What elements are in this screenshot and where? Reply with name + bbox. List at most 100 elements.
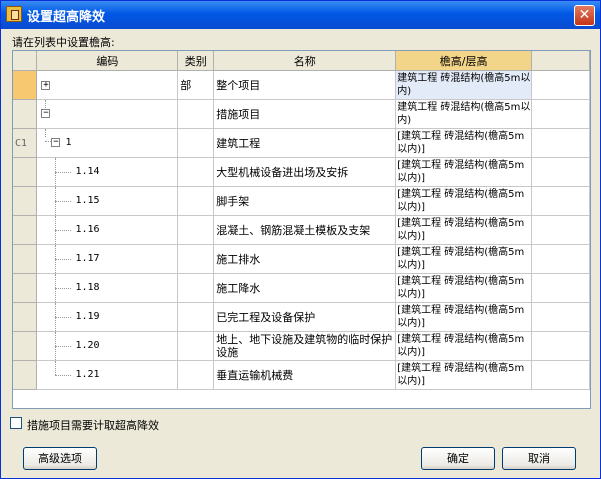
height-cell[interactable]: [建筑工程 砖混结构(檐高5m以内)] (395, 302, 533, 332)
tree-line (55, 230, 72, 231)
type-cell[interactable] (177, 331, 215, 361)
height-cell[interactable]: [建筑工程 砖混结构(檐高5m以内)] (395, 244, 533, 274)
table-row[interactable]: 1.16 混凝土、钢筋混凝土模板及支架 [建筑工程 砖混结构(檐高5m以内)] (13, 215, 590, 245)
name-cell[interactable]: 地上、地下设施及建筑物的临时保护设施 (213, 331, 397, 361)
code-cell[interactable]: 1.21 (36, 360, 179, 390)
name-cell[interactable]: 垂直运输机械费 (213, 360, 397, 390)
code-cell[interactable]: 1.18 (36, 273, 179, 303)
row-header[interactable] (13, 99, 38, 129)
height-cell[interactable]: [建筑工程 砖混结构(檐高5m以内)] (395, 186, 533, 216)
type-cell[interactable] (177, 273, 215, 303)
code-cell[interactable]: 1.15 (36, 186, 179, 216)
cancel-button[interactable]: 取消 (502, 447, 576, 470)
row-header[interactable]: C1 (13, 128, 38, 158)
row-code: 1.15 (75, 195, 100, 206)
table-row[interactable]: 1.18 施工降水 [建筑工程 砖混结构(檐高5m以内)] (13, 273, 590, 303)
code-cell[interactable]: + (36, 70, 179, 100)
app-icon (6, 6, 22, 22)
name-cell[interactable]: 建筑工程 (213, 128, 397, 158)
collapse-icon[interactable]: − (51, 138, 61, 147)
height-cell[interactable]: [建筑工程 砖混结构(檐高5m以内)] (395, 128, 533, 158)
height-cell[interactable]: [建筑工程 砖混结构(檐高5m以内)] (395, 215, 533, 245)
code-cell[interactable]: 1.14 (36, 157, 179, 187)
name-cell[interactable]: 已完工程及设备保护 (213, 302, 397, 332)
header-type[interactable]: 类别 (177, 51, 215, 71)
filler-cell (531, 99, 590, 129)
measure-checkbox[interactable] (10, 417, 22, 429)
title-bar[interactable]: 设置超高降效 ✕ (1, 1, 600, 29)
row-header[interactable] (13, 302, 38, 332)
type-cell[interactable] (177, 186, 215, 216)
table-header-row: 编码 类别 名称 檐高/层高 (13, 51, 590, 71)
table-row[interactable]: 1.15 脚手架 [建筑工程 砖混结构(檐高5m以内)] (13, 186, 590, 216)
filler-cell (531, 215, 590, 245)
advanced-options-button[interactable]: 高级选项 (23, 447, 97, 470)
height-cell[interactable]: [建筑工程 砖混结构(檐高5m以内)] (395, 331, 533, 361)
type-cell[interactable] (177, 157, 215, 187)
header-filler (531, 51, 590, 71)
height-cell[interactable]: [建筑工程 砖混结构(檐高5m以内)] (395, 157, 533, 187)
filler-cell (531, 157, 590, 187)
code-cell[interactable]: 1.16 (36, 215, 179, 245)
filler-cell (531, 302, 590, 332)
header-code[interactable]: 编码 (36, 51, 179, 71)
header-name[interactable]: 名称 (213, 51, 397, 71)
height-cell[interactable]: 建筑工程 砖混结构(檐高5m以内) (395, 99, 533, 129)
ok-button[interactable]: 确定 (421, 447, 495, 470)
code-cell[interactable]: 1.19 (36, 302, 179, 332)
row-header[interactable] (13, 70, 38, 100)
name-cell[interactable]: 脚手架 (213, 186, 397, 216)
name-cell[interactable]: 大型机械设备进出场及安拆 (213, 157, 397, 187)
header-height[interactable]: 檐高/层高 (395, 51, 533, 71)
row-header[interactable] (13, 360, 38, 390)
dialog-window: 设置超高降效 ✕ 请在列表中设置檐高: 编码 类别 名称 檐高/层高 + 部整个项… (0, 0, 601, 479)
filler-cell (531, 244, 590, 274)
name-cell[interactable]: 混凝土、钢筋混凝土模板及支架 (213, 215, 397, 245)
name-cell[interactable]: 措施项目 (213, 99, 397, 129)
type-cell[interactable] (177, 128, 215, 158)
row-header[interactable] (13, 157, 38, 187)
type-cell[interactable] (177, 99, 215, 129)
row-code: 1.20 (75, 340, 100, 351)
table-row[interactable]: 1.19 已完工程及设备保护 [建筑工程 砖混结构(檐高5m以内)] (13, 302, 590, 332)
type-cell[interactable] (177, 244, 215, 274)
height-cell[interactable]: [建筑工程 砖混结构(檐高5m以内)] (395, 273, 533, 303)
row-header[interactable] (13, 244, 38, 274)
table-row[interactable]: 1.17 施工排水 [建筑工程 砖混结构(檐高5m以内)] (13, 244, 590, 274)
code-cell[interactable]: 1.20 (36, 331, 179, 361)
row-header[interactable] (13, 331, 38, 361)
type-cell[interactable]: 部 (177, 70, 215, 100)
row-code: 1.21 (75, 369, 100, 380)
table-row[interactable]: 1.14 大型机械设备进出场及安拆 [建筑工程 砖混结构(檐高5m以内)] (13, 157, 590, 187)
name-cell[interactable]: 施工降水 (213, 273, 397, 303)
row-header[interactable] (13, 215, 38, 245)
name-cell[interactable]: 整个项目 (213, 70, 397, 100)
code-cell[interactable]: −1 (36, 128, 179, 158)
type-cell[interactable] (177, 360, 215, 390)
height-cell[interactable]: 建筑工程 砖混结构(檐高5m以内) (395, 70, 533, 100)
window-title: 设置超高降效 (27, 10, 106, 25)
collapse-icon[interactable]: − (41, 109, 51, 118)
measure-checkbox-label[interactable]: 措施项目需要计取超高降效 (27, 417, 159, 433)
name-cell[interactable]: 施工排水 (213, 244, 397, 274)
table-row[interactable]: + 部整个项目 建筑工程 砖混结构(檐高5m以内) (13, 70, 590, 100)
table-row[interactable]: 1.20 地上、地下设施及建筑物的临时保护设施 [建筑工程 砖混结构(檐高5m以内)… (13, 331, 590, 361)
close-button[interactable]: ✕ (574, 5, 595, 26)
table-row[interactable]: C1−1 建筑工程 [建筑工程 砖混结构(檐高5m以内)] (13, 128, 590, 158)
type-cell[interactable] (177, 302, 215, 332)
code-cell[interactable]: − (36, 99, 179, 129)
tree-line (55, 288, 72, 289)
row-code: 1.14 (75, 166, 100, 177)
expand-icon[interactable]: + (41, 81, 51, 90)
filler-cell (531, 70, 590, 100)
table-row[interactable]: 1.21 垂直运输机械费 [建筑工程 砖混结构(檐高5m以内)] (13, 360, 590, 390)
height-cell[interactable]: [建筑工程 砖混结构(檐高5m以内)] (395, 360, 533, 390)
corner-header (13, 51, 38, 71)
type-cell[interactable] (177, 215, 215, 245)
code-cell[interactable]: 1.17 (36, 244, 179, 274)
row-header[interactable] (13, 186, 38, 216)
prompt-label: 请在列表中设置檐高: (12, 36, 115, 49)
table-row[interactable]: − 措施项目 建筑工程 砖混结构(檐高5m以内) (13, 99, 590, 129)
height-table[interactable]: 编码 类别 名称 檐高/层高 + 部整个项目 建筑工程 砖混结构(檐高5m以内) − 措… (12, 50, 591, 409)
row-header[interactable] (13, 273, 38, 303)
